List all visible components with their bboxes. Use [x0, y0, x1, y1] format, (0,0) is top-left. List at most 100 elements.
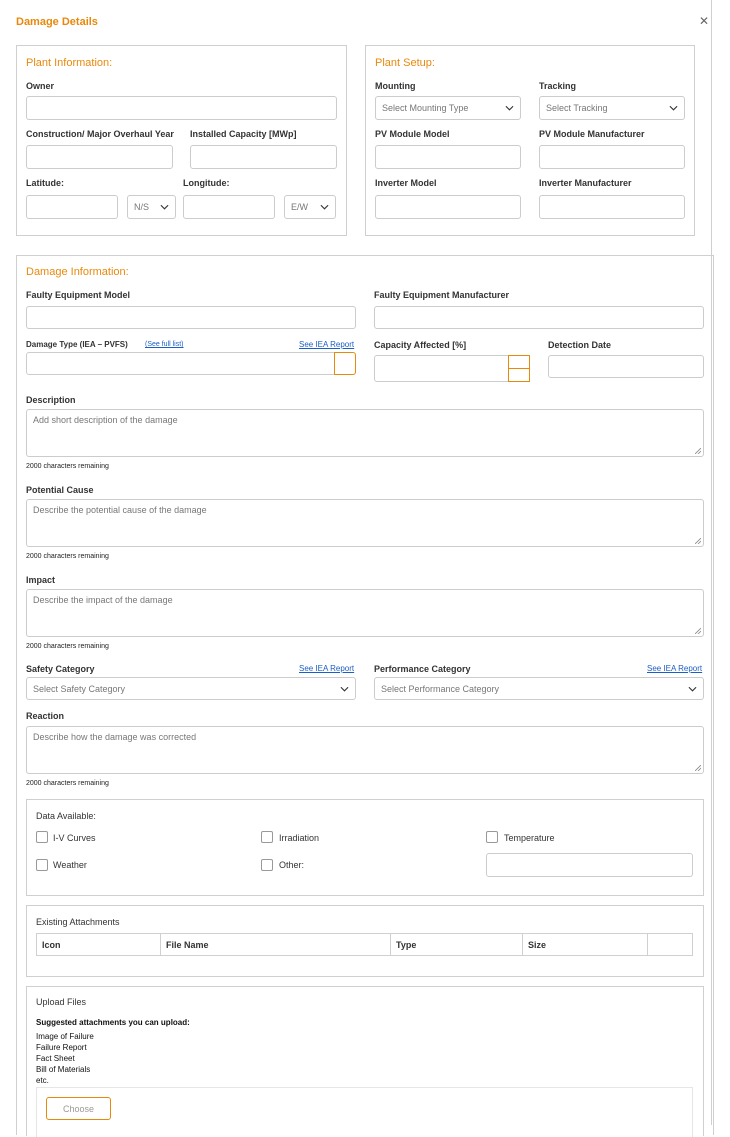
- impact-placeholder: Describe the impact of the damage: [33, 595, 173, 605]
- tracking-select[interactable]: Select Tracking: [539, 96, 685, 120]
- chevron-down-icon: [688, 686, 697, 692]
- safety-category-select[interactable]: Select Safety Category: [26, 677, 356, 700]
- detection-date-input[interactable]: [548, 355, 704, 378]
- potential-cause-chars-remaining: 2000 characters remaining: [26, 553, 109, 560]
- owner-label: Owner: [26, 81, 55, 91]
- potential-cause-textarea[interactable]: Describe the potential cause of the dama…: [26, 499, 704, 547]
- capacity-increment-button[interactable]: [508, 355, 530, 369]
- capacity-decrement-button[interactable]: [508, 368, 530, 382]
- tracking-placeholder: Select Tracking: [546, 103, 608, 113]
- reaction-textarea[interactable]: Describe how the damage was corrected: [26, 726, 704, 774]
- plant-information-title: Plant Information:: [26, 57, 113, 69]
- faulty-equipment-model-label: Faulty Equipment Model: [26, 290, 131, 300]
- iv-curves-label: I-V Curves: [53, 833, 96, 843]
- faulty-equipment-manufacturer-input[interactable]: [374, 306, 704, 329]
- iv-curves-checkbox[interactable]: [36, 831, 48, 843]
- chevron-down-icon: [160, 204, 169, 210]
- inverter-manufacturer-label: Inverter Manufacturer: [539, 178, 632, 188]
- chevron-down-icon: [320, 204, 329, 210]
- reaction-label: Reaction: [26, 711, 65, 721]
- mounting-label: Mounting: [375, 81, 416, 91]
- description-chars-remaining: 2000 characters remaining: [26, 463, 109, 470]
- ns-select[interactable]: N/S: [127, 195, 176, 219]
- resize-grip-icon[interactable]: [695, 765, 701, 771]
- faulty-equipment-model-input[interactable]: [26, 306, 356, 329]
- detection-date-label: Detection Date: [548, 340, 612, 350]
- mounting-placeholder: Select Mounting Type: [382, 103, 469, 113]
- impact-chars-remaining: 2000 characters remaining: [26, 643, 109, 650]
- choose-file-button[interactable]: Choose: [46, 1097, 111, 1120]
- damage-type-label: Damage Type (IEA – PVFS): [26, 340, 128, 349]
- capacity-affected-input[interactable]: [374, 355, 510, 382]
- performance-category-label: Performance Category: [374, 664, 471, 674]
- attachments-table-header: Icon File Name Type Size: [36, 933, 693, 956]
- pv-module-model-label: PV Module Model: [375, 129, 450, 139]
- suggested-item: etc.: [36, 1076, 49, 1085]
- data-available-title: Data Available:: [36, 811, 96, 821]
- column-header-icon: Icon: [37, 934, 161, 955]
- chevron-down-icon: [340, 686, 349, 692]
- damage-information-title: Damage Information:: [26, 266, 129, 278]
- safety-category-placeholder: Select Safety Category: [33, 683, 126, 694]
- suggested-item: Failure Report: [36, 1043, 87, 1052]
- ns-value: N/S: [134, 202, 150, 212]
- irradiation-label: Irradiation: [279, 833, 320, 843]
- latitude-input[interactable]: [26, 195, 118, 219]
- tracking-label: Tracking: [539, 81, 577, 91]
- other-checkbox[interactable]: [261, 859, 273, 871]
- potential-cause-placeholder: Describe the potential cause of the dama…: [33, 505, 207, 515]
- description-textarea[interactable]: Add short description of the damage: [26, 409, 704, 457]
- suggested-item: Fact Sheet: [36, 1054, 75, 1063]
- ew-value: E/W: [291, 202, 308, 212]
- performance-category-select[interactable]: Select Performance Category: [374, 677, 704, 700]
- pv-module-manufacturer-label: PV Module Manufacturer: [539, 129, 645, 139]
- column-header-type: Type: [391, 934, 523, 955]
- faulty-equipment-manufacturer-label: Faulty Equipment Manufacturer: [374, 290, 510, 300]
- longitude-input[interactable]: [183, 195, 275, 219]
- temperature-label: Temperature: [504, 833, 555, 843]
- pv-module-manufacturer-input[interactable]: [539, 145, 685, 169]
- suggested-item: Bill of Materials: [36, 1065, 91, 1074]
- inverter-manufacturer-input[interactable]: [539, 195, 685, 219]
- installed-capacity-input[interactable]: [190, 145, 337, 169]
- existing-attachments-title: Existing Attachments: [36, 917, 120, 927]
- impact-textarea[interactable]: Describe the impact of the damage: [26, 589, 704, 637]
- damage-type-picker-button[interactable]: [334, 352, 356, 375]
- safety-category-label: Safety Category: [26, 664, 95, 674]
- other-input[interactable]: [486, 853, 693, 877]
- impact-label: Impact: [26, 575, 56, 585]
- damage-type-input[interactable]: [26, 352, 336, 375]
- upload-dropzone[interactable]: [36, 1087, 693, 1137]
- column-header-size: Size: [523, 934, 648, 955]
- reaction-placeholder: Describe how the damage was corrected: [33, 732, 197, 742]
- close-icon[interactable]: ✕: [699, 14, 709, 28]
- irradiation-checkbox[interactable]: [261, 831, 273, 843]
- capacity-affected-label: Capacity Affected [%]: [374, 340, 467, 350]
- damage-type-iea-report-link[interactable]: See IEA Report: [299, 340, 354, 349]
- construction-year-input[interactable]: [26, 145, 173, 169]
- inverter-model-input[interactable]: [375, 195, 521, 219]
- other-label: Other:: [279, 860, 305, 870]
- resize-grip-icon[interactable]: [695, 448, 701, 454]
- weather-checkbox[interactable]: [36, 859, 48, 871]
- mounting-select[interactable]: Select Mounting Type: [375, 96, 521, 120]
- reaction-chars-remaining: 2000 characters remaining: [26, 780, 109, 787]
- owner-input[interactable]: [26, 96, 337, 120]
- ew-select[interactable]: E/W: [284, 195, 336, 219]
- suggested-attachments-title: Suggested attachments you can upload:: [36, 1018, 190, 1027]
- installed-capacity-label: Installed Capacity [MWp]: [190, 129, 297, 139]
- resize-grip-icon[interactable]: [695, 628, 701, 634]
- latitude-label: Latitude:: [26, 178, 64, 188]
- pv-module-model-input[interactable]: [375, 145, 521, 169]
- description-label: Description: [26, 395, 76, 405]
- data-available-panel: [26, 799, 704, 896]
- performance-iea-report-link[interactable]: See IEA Report: [647, 664, 702, 673]
- scrollbar-track[interactable]: [711, 0, 712, 1125]
- see-full-list-link[interactable]: (See full list): [145, 341, 184, 348]
- weather-label: Weather: [53, 860, 87, 870]
- temperature-checkbox[interactable]: [486, 831, 498, 843]
- column-header-file-name: File Name: [161, 934, 391, 955]
- safety-iea-report-link[interactable]: See IEA Report: [299, 664, 354, 673]
- resize-grip-icon[interactable]: [695, 538, 701, 544]
- dialog-title: Damage Details: [16, 16, 98, 28]
